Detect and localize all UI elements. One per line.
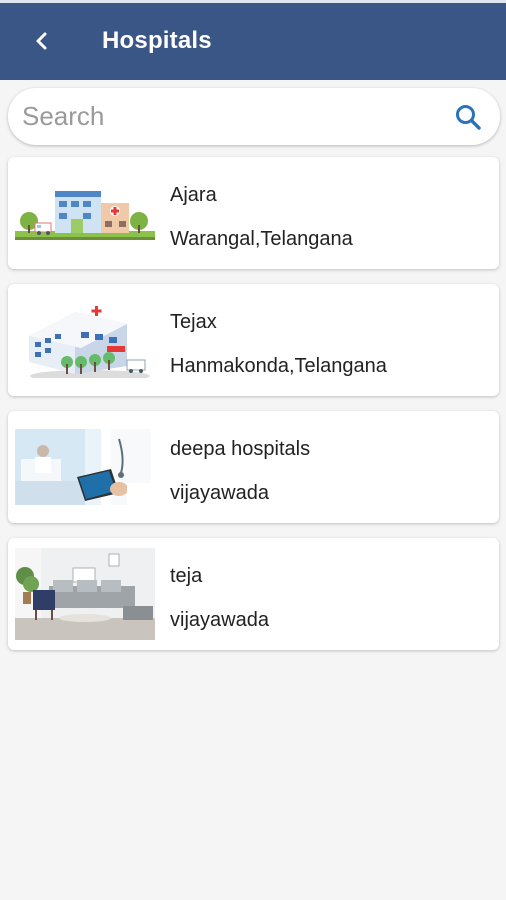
back-button[interactable] (26, 25, 58, 57)
hospital-location: vijayawada (170, 482, 269, 504)
hospital-location: Hanmakonda,Telangana (170, 355, 387, 377)
hospital-location: vijayawada (170, 609, 269, 631)
search-input[interactable] (22, 96, 442, 136)
hospital-name: teja (170, 565, 203, 587)
list-item[interactable]: teja vijayawada (8, 538, 499, 650)
hospital-building-illustration (15, 175, 155, 251)
hospital-name: Ajara (170, 184, 217, 206)
list-item[interactable]: Ajara Warangal,Telangana (8, 157, 499, 269)
hospital-location: Warangal,Telangana (170, 228, 353, 250)
page-title: Hospitals (102, 27, 212, 54)
list-item[interactable]: Tejax Hanmakonda,Telangana (8, 284, 499, 396)
living-room-interior-photo (15, 548, 155, 640)
doctor-with-tablet-photo (15, 429, 155, 505)
hospital-3d-building (15, 302, 155, 378)
chevron-left-icon (36, 32, 47, 50)
search-bar[interactable] (8, 88, 500, 145)
search-icon[interactable] (454, 103, 482, 131)
hospital-name: deepa hospitals (170, 438, 311, 460)
app-bar: Hospitals (0, 3, 506, 80)
list-item[interactable]: deepa hospitals vijayawada (8, 411, 499, 523)
hospital-name: Tejax (170, 311, 217, 333)
